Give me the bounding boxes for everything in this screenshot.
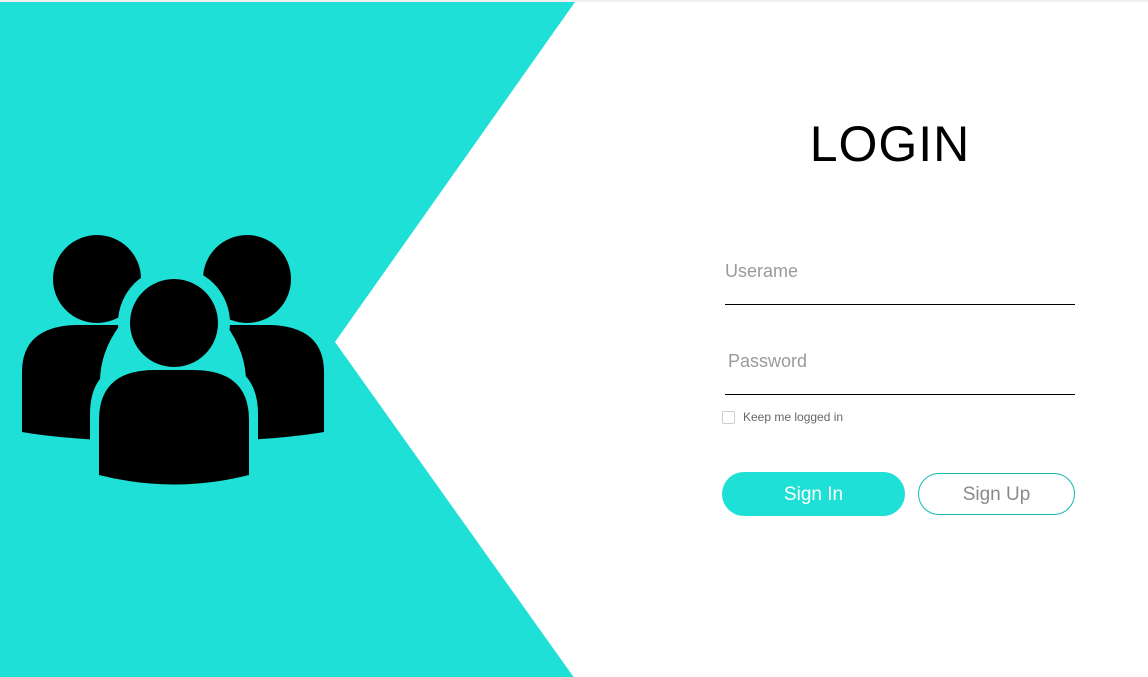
remember-me[interactable]: Keep me logged in — [722, 410, 843, 424]
login-page: LOGIN Keep me logged in Sign In Sign Up — [0, 0, 1148, 677]
password-input[interactable] — [725, 350, 1075, 372]
password-field — [725, 350, 1075, 395]
users-group-icon — [20, 232, 326, 490]
sign-up-button[interactable]: Sign Up — [918, 473, 1075, 515]
page-title: LOGIN — [809, 116, 971, 172]
username-input[interactable] — [725, 260, 1075, 282]
remember-checkbox[interactable] — [722, 410, 735, 424]
sign-in-button[interactable]: Sign In — [722, 472, 905, 516]
username-field — [725, 260, 1075, 305]
remember-label: Keep me logged in — [743, 410, 844, 424]
